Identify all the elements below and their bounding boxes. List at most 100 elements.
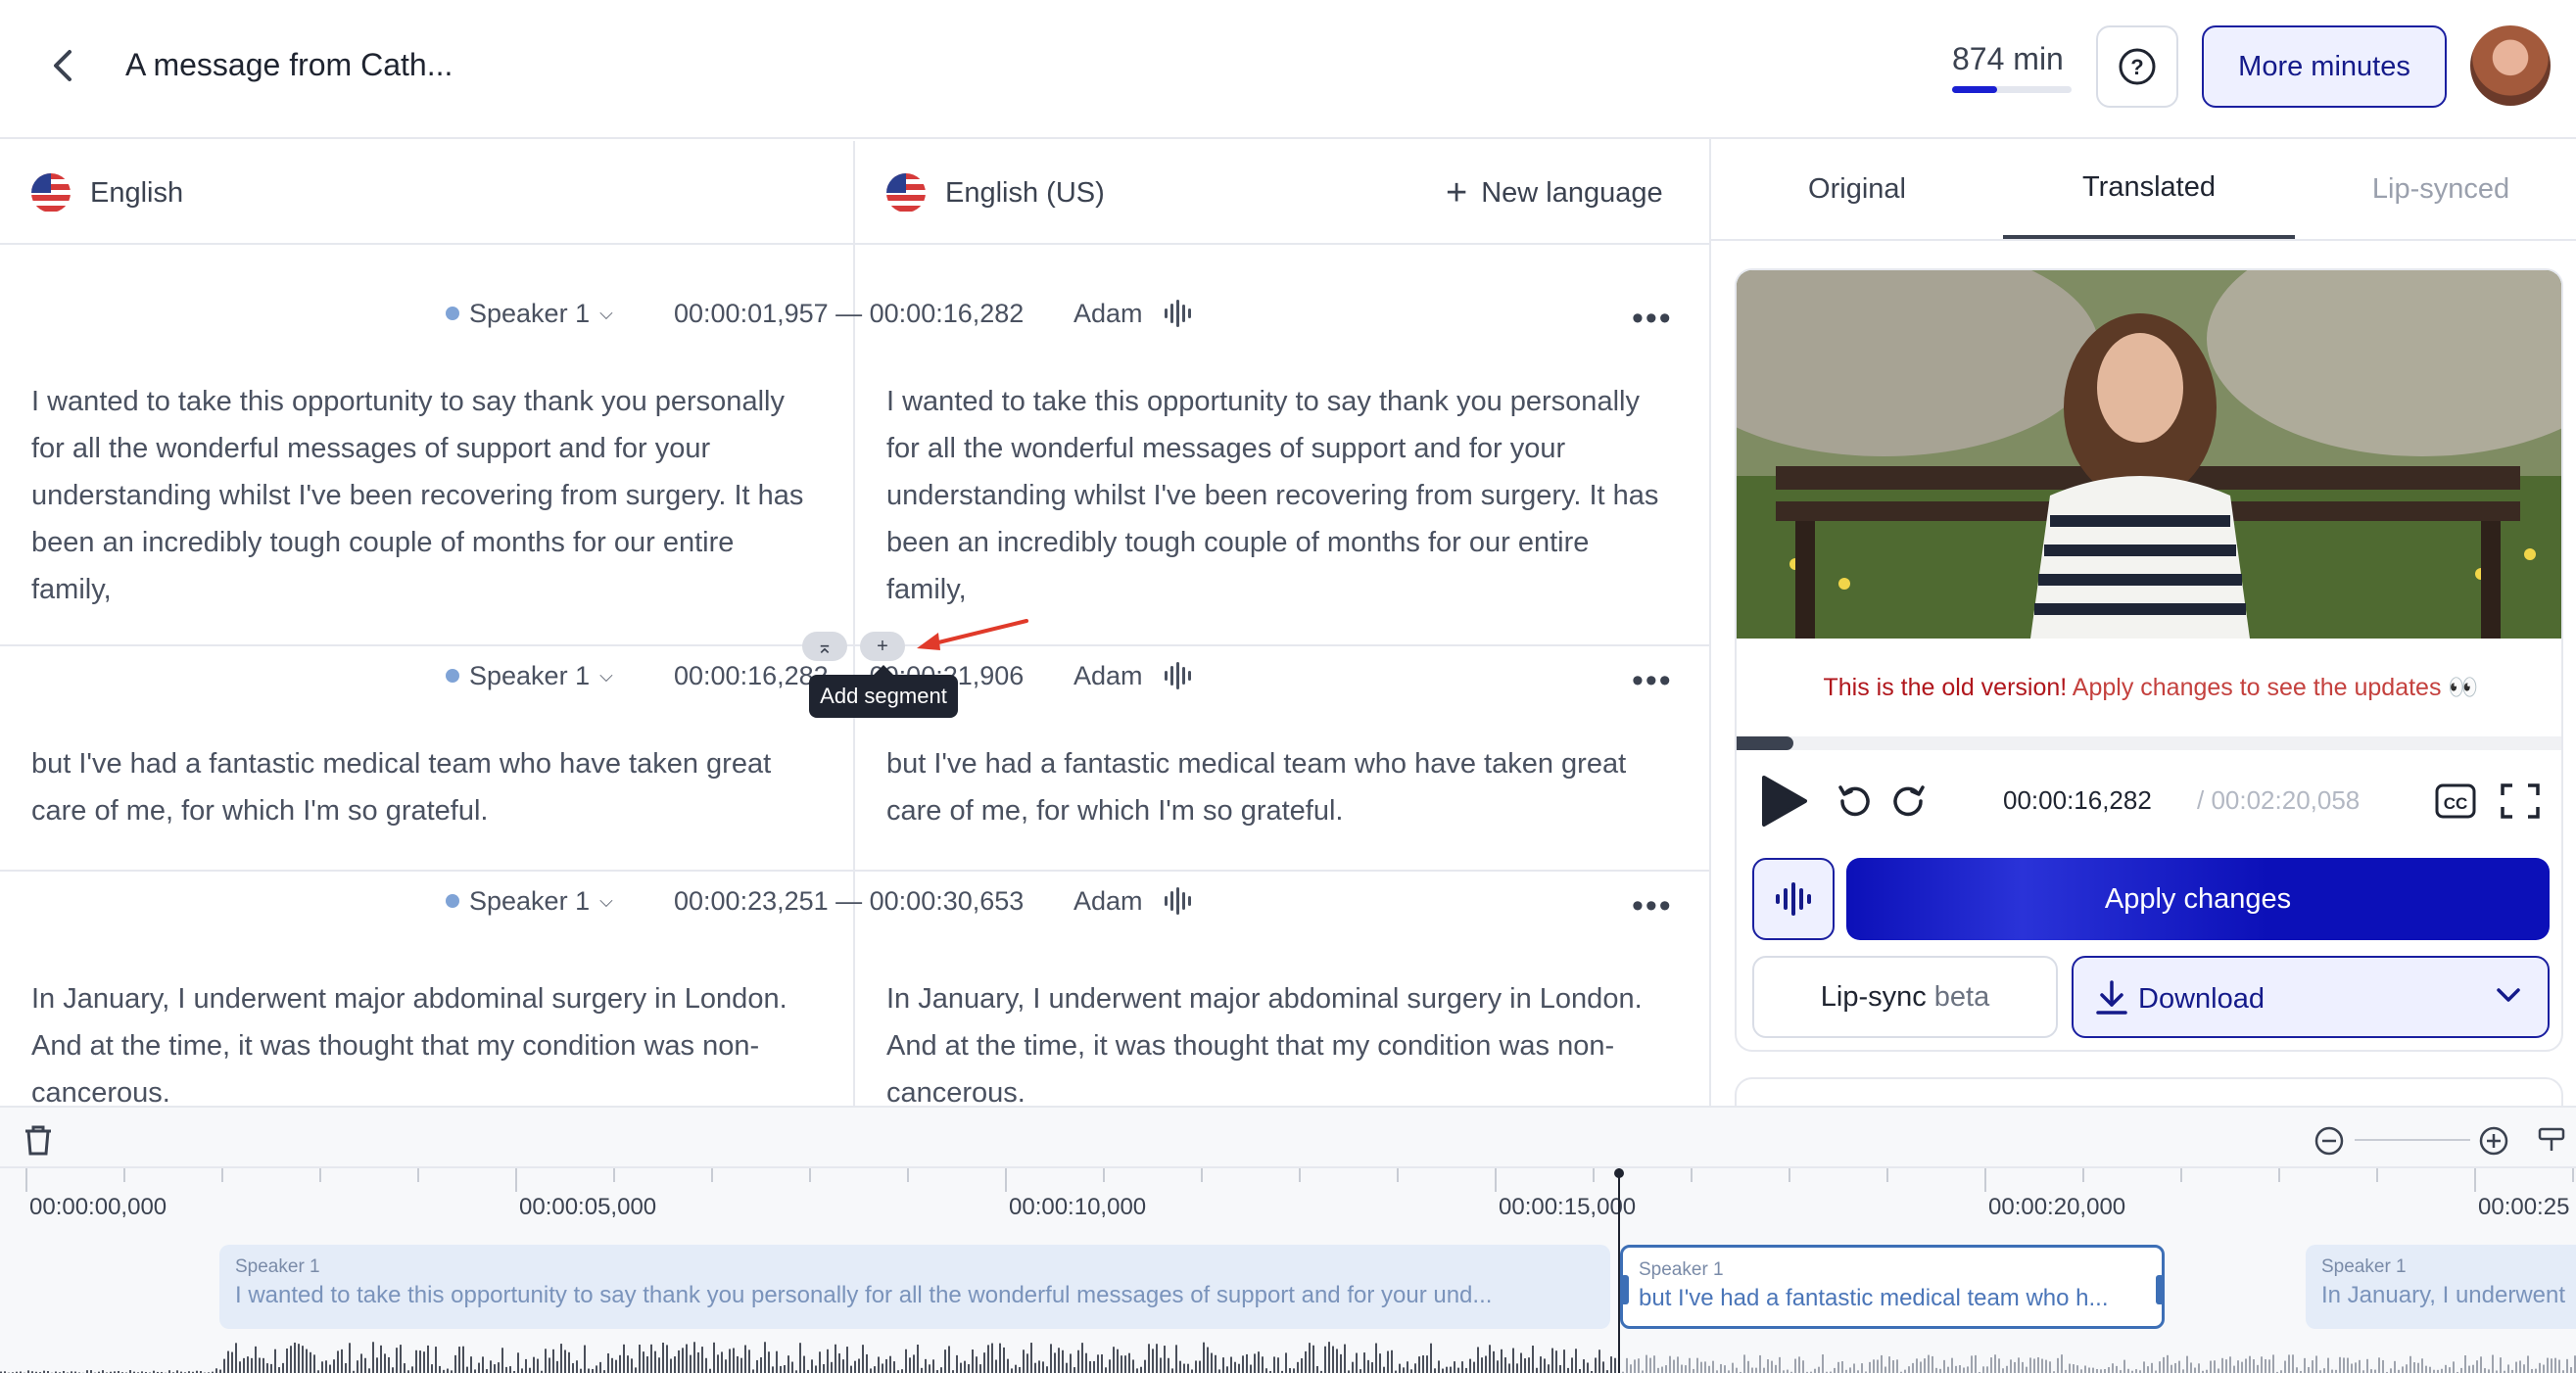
speaker-select[interactable]: Speaker 1 ⌵ — [446, 661, 613, 691]
speaker-color-dot — [446, 307, 459, 320]
voice-select[interactable]: Adam — [1073, 661, 1191, 691]
waveform-bar — [870, 1368, 872, 1373]
zoom-in-icon[interactable] — [2478, 1125, 2509, 1157]
waveform-bar — [2108, 1367, 2110, 1373]
waveform-bar — [2018, 1357, 2020, 1373]
voice-select[interactable]: Adam — [1073, 886, 1191, 917]
waveform-bar — [494, 1364, 496, 1373]
target-language[interactable]: English (US) — [886, 141, 1105, 245]
waveform-bar — [1548, 1364, 1550, 1373]
speaker-select[interactable]: Speaker 1 ⌵ — [446, 886, 613, 917]
waveform-bar — [858, 1358, 860, 1373]
timeline-ruler[interactable]: 00:00:00,000 00:00:05,000 00:00:10,000 0… — [0, 1168, 2576, 1227]
tab-lip-synced[interactable]: Lip-synced — [2295, 139, 2576, 239]
old-version-hint: Apply changes to see the updates 👀 — [2072, 674, 2479, 701]
source-text[interactable]: In January, I underwent major abdominal … — [31, 975, 815, 1106]
waveform-bar — [435, 1347, 437, 1373]
waveform-bar — [1771, 1360, 1773, 1373]
waveform-bar — [2519, 1360, 2521, 1373]
ruler-tick — [123, 1168, 125, 1182]
waveform-bar — [388, 1356, 390, 1373]
waveform-bar — [776, 1350, 778, 1373]
waveform-bar — [693, 1342, 695, 1373]
waveform-bar — [709, 1368, 711, 1373]
waveform-bar — [2359, 1359, 2361, 1373]
source-text[interactable]: but I've had a fantastic medical team wh… — [31, 740, 815, 834]
waveform-bar — [1062, 1349, 1064, 1373]
waveform-bar — [862, 1345, 864, 1373]
waveform-bar — [940, 1367, 942, 1373]
waveform-bar — [760, 1356, 762, 1373]
waveform-bar — [396, 1348, 398, 1373]
more-horizontal-icon[interactable]: ••• — [1632, 887, 1673, 925]
waveform-bar — [1371, 1362, 1373, 1373]
clip-resize-handle[interactable] — [2156, 1275, 2162, 1304]
source-text[interactable]: I wanted to take this opportunity to say… — [31, 378, 815, 613]
plus-icon: + — [1446, 171, 1468, 213]
merge-segments-button[interactable]: ⌅ — [802, 632, 847, 661]
more-horizontal-icon[interactable]: ••• — [1632, 662, 1673, 700]
add-segment-button[interactable]: + — [860, 632, 905, 661]
rotate-cw-icon[interactable] — [1889, 781, 1929, 821]
speaker-select[interactable]: Speaker 1 ⌵ — [446, 299, 613, 329]
waveform-bar — [866, 1353, 868, 1373]
avatar[interactable] — [2470, 25, 2551, 106]
waveform-bar — [1360, 1369, 1361, 1373]
waveform-bar — [1567, 1367, 1569, 1373]
more-minutes-button[interactable]: More minutes — [2202, 25, 2447, 108]
target-text[interactable]: but I've had a fantastic medical team wh… — [886, 740, 1670, 834]
timeline-clip-selected[interactable]: Speaker 1 but I've had a fantastic medic… — [1620, 1245, 2165, 1329]
waveform-bar — [635, 1367, 637, 1373]
waveform-bar — [1273, 1356, 1275, 1373]
waveform-bar — [2026, 1366, 2027, 1373]
clip-resize-handle[interactable] — [1623, 1275, 1629, 1304]
play-icon[interactable] — [1756, 774, 1809, 829]
voice-select[interactable]: Adam — [1073, 299, 1191, 329]
waveform-bar — [929, 1364, 930, 1373]
waveform-bar — [255, 1346, 257, 1373]
waveform-bar — [1935, 1367, 1937, 1373]
segment-time-range[interactable]: 00:00:01,957 — 00:00:16,282 — [674, 299, 1024, 329]
waveform-bar — [490, 1360, 492, 1373]
timeline-clip[interactable]: Speaker 1 In January, I underwent — [2306, 1245, 2576, 1329]
apply-changes-button[interactable]: Apply changes — [1846, 858, 2550, 940]
waveform-bar — [803, 1355, 805, 1373]
waveform-bar — [2406, 1364, 2408, 1373]
video-frame[interactable] — [1737, 270, 2561, 639]
waveform-bar — [2002, 1368, 2004, 1373]
segment-time-range[interactable]: 00:00:23,251 — 00:00:30,653 — [674, 886, 1024, 917]
waveform-bar — [1814, 1368, 1816, 1373]
cc-icon[interactable]: CC — [2434, 781, 2477, 821]
zoom-out-icon[interactable] — [2314, 1125, 2345, 1157]
download-button[interactable]: Download — [2072, 956, 2550, 1038]
tab-original[interactable]: Original — [1711, 139, 2003, 239]
waveform-bar — [1242, 1355, 1244, 1373]
help-button[interactable]: ? — [2096, 25, 2178, 108]
lip-sync-button[interactable]: Lip-sync beta — [1752, 956, 2058, 1038]
chevron-down-icon[interactable] — [2495, 985, 2522, 1005]
new-language-button[interactable]: + New language — [1446, 141, 1663, 245]
waveform-bar — [1791, 882, 1795, 916]
snap-icon[interactable] — [2537, 1125, 2566, 1155]
target-text[interactable]: In January, I underwent major abdominal … — [886, 975, 1670, 1106]
target-text[interactable]: I wanted to take this opportunity to say… — [886, 378, 1670, 613]
waveform-bar — [462, 1346, 464, 1373]
fullscreen-icon[interactable] — [2499, 781, 2542, 821]
tab-translated[interactable]: Translated — [2003, 139, 2295, 239]
waveform-bar — [1575, 1349, 1577, 1373]
waveform-bar — [1822, 1354, 1824, 1373]
waveform-bar — [913, 1354, 915, 1373]
playback-progress[interactable] — [1737, 736, 2561, 750]
voice-settings-button[interactable] — [1752, 858, 1835, 940]
ruler-tick — [1397, 1168, 1399, 1182]
zoom-slider[interactable] — [2355, 1139, 2470, 1141]
trash-icon[interactable] — [22, 1123, 55, 1157]
back-button[interactable] — [39, 41, 88, 90]
rotate-ccw-icon[interactable] — [1835, 781, 1874, 821]
timeline-clip[interactable]: Speaker 1 I wanted to take this opportun… — [219, 1245, 1610, 1329]
playhead[interactable] — [1614, 1168, 1624, 1373]
app-header: A message from Cath... 874 min ? More mi… — [0, 0, 2576, 139]
tick-label: 00:00:15,000 — [1499, 1194, 1637, 1220]
more-horizontal-icon[interactable]: ••• — [1632, 300, 1673, 338]
source-language[interactable]: English — [31, 141, 183, 245]
